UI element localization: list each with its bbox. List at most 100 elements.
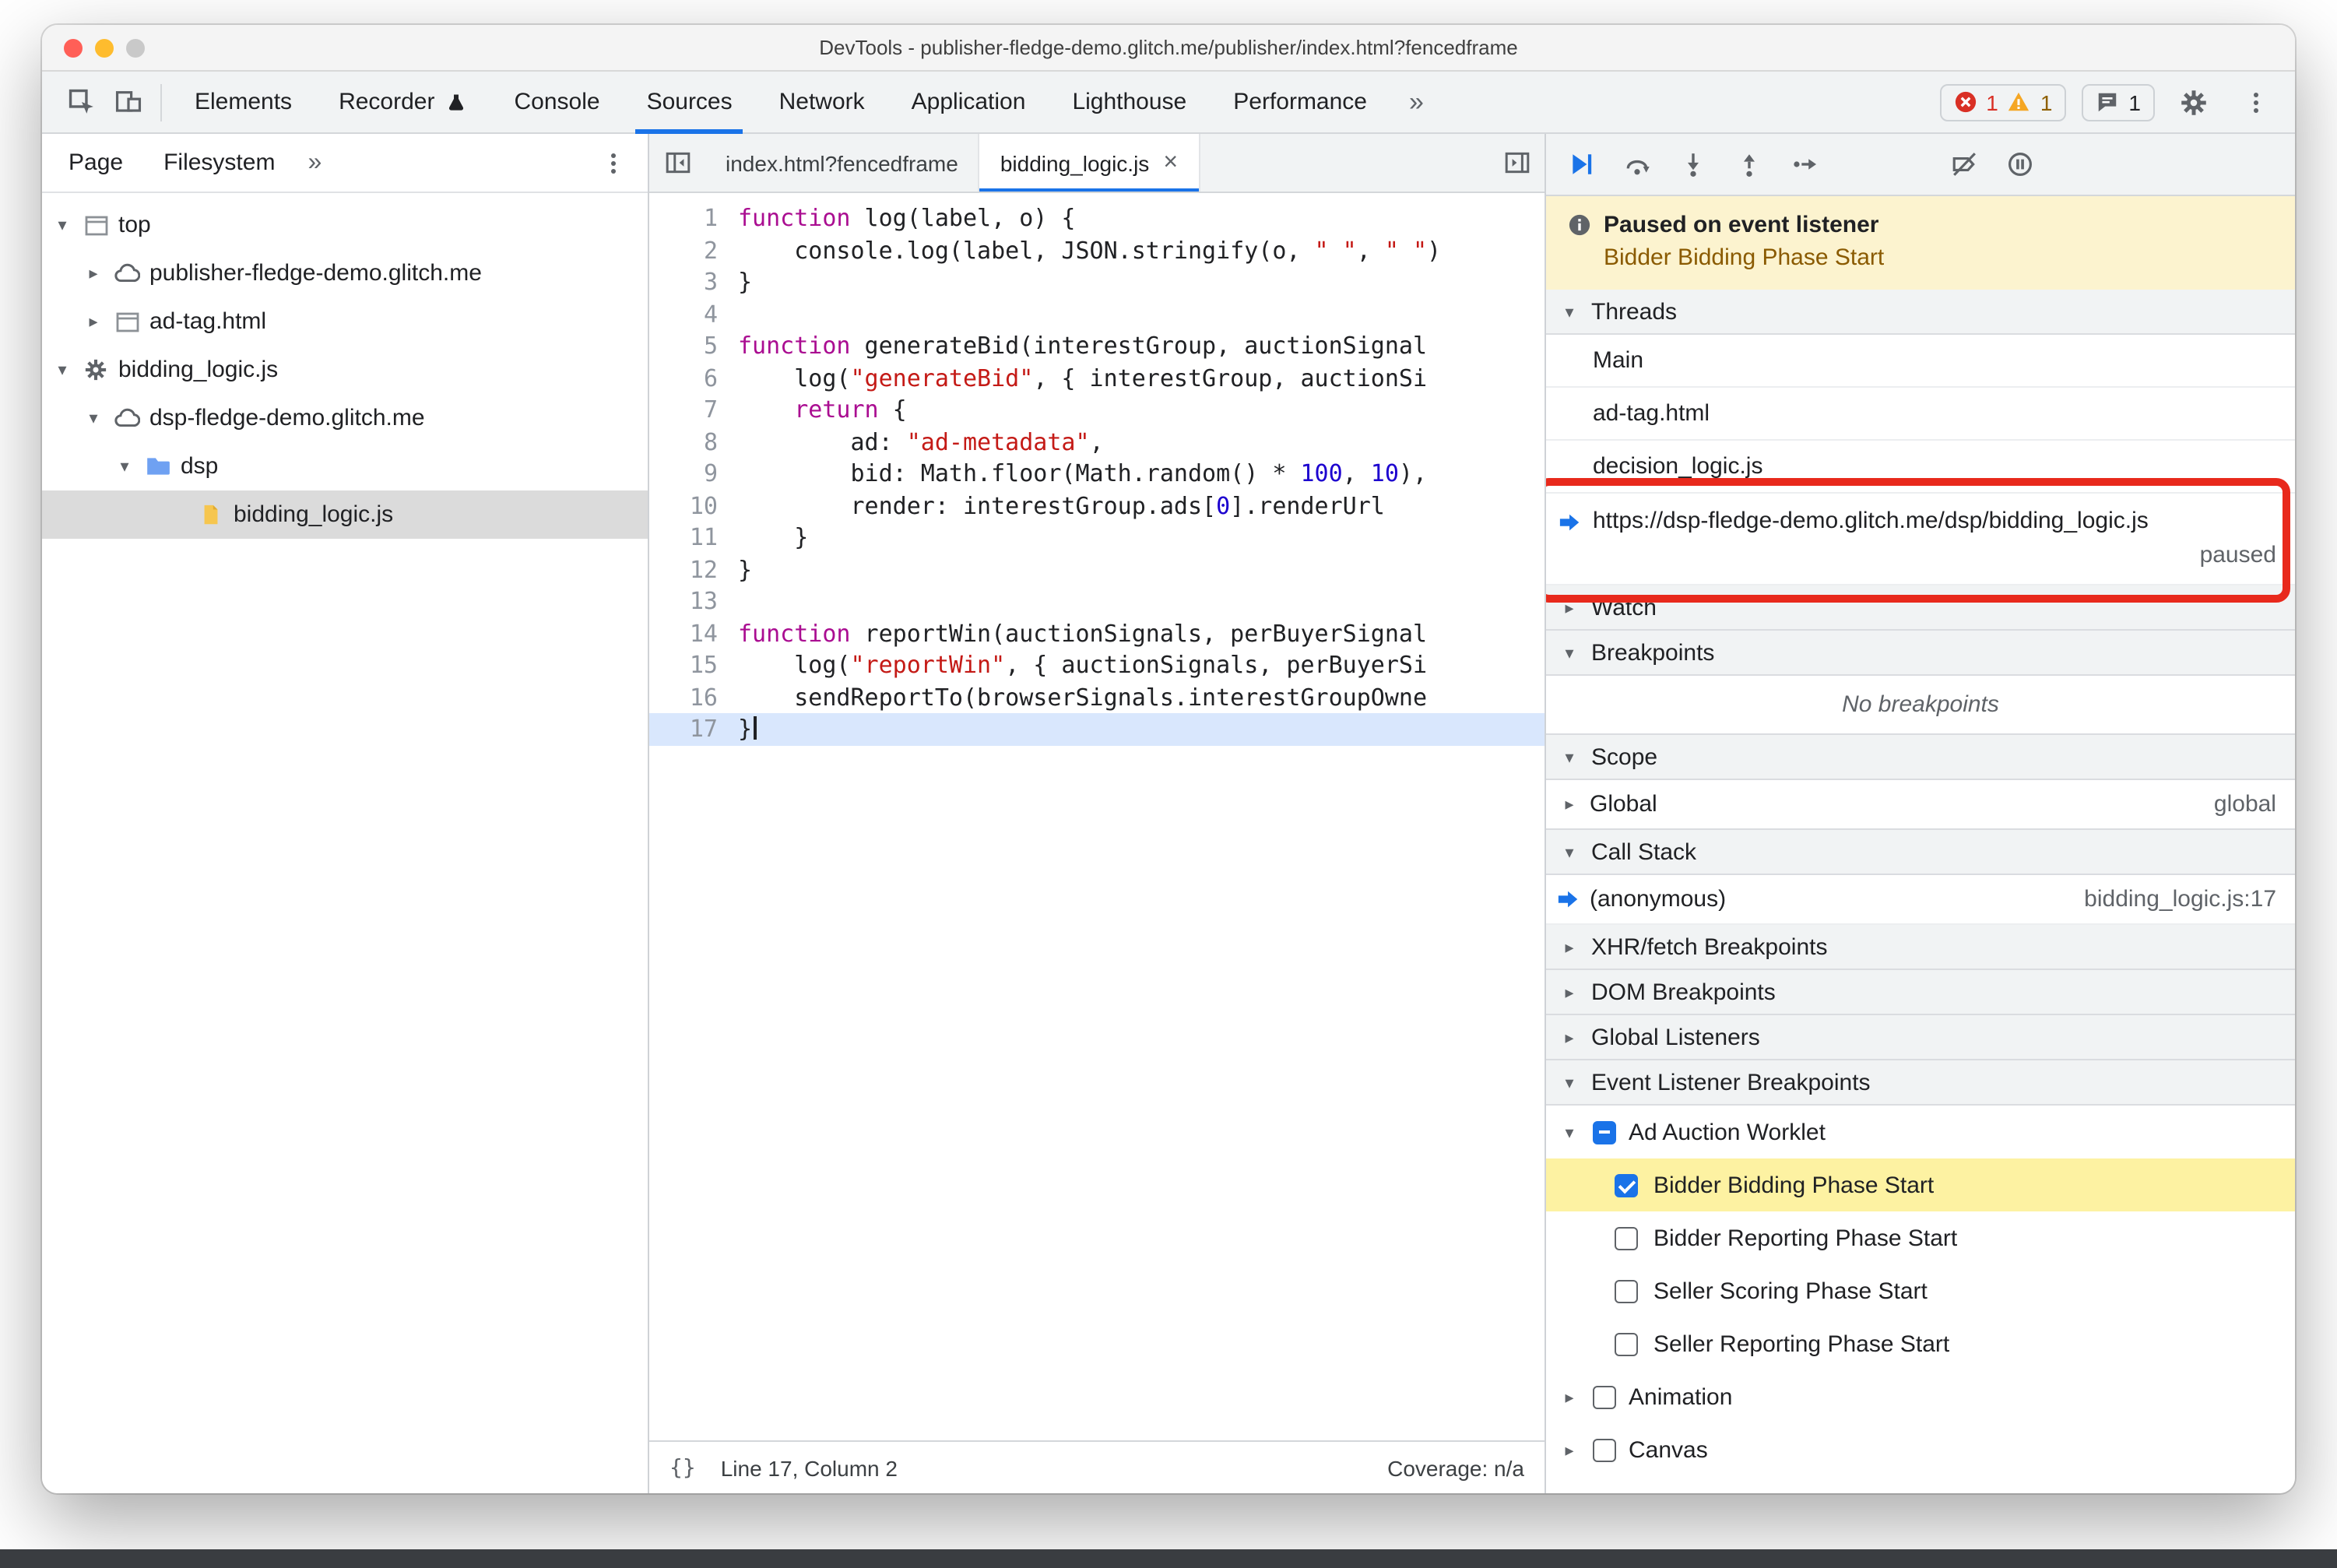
elb-item-bidder-reporting-phase[interactable]: Bidder Reporting Phase Start bbox=[1546, 1211, 2295, 1264]
elb-item-seller-scoring-phase[interactable]: Seller Scoring Phase Start bbox=[1546, 1264, 2295, 1317]
line-number[interactable]: 14 bbox=[649, 617, 738, 649]
tab-network[interactable]: Network bbox=[756, 71, 888, 133]
thread-decision-logic[interactable]: decision_logic.js bbox=[1546, 441, 2295, 494]
scope-header[interactable]: ▾ Scope bbox=[1546, 733, 2295, 780]
tree-item-dsp-folder[interactable]: ▾ dsp bbox=[42, 442, 648, 490]
tree-item-worklet[interactable]: ▾ bidding_logic.js bbox=[42, 346, 648, 394]
code-line[interactable]: 8 ad: "ad-metadata", bbox=[649, 426, 1545, 458]
checkbox-unchecked[interactable] bbox=[1593, 1438, 1616, 1461]
settings-button[interactable] bbox=[2170, 79, 2217, 125]
tab-lighthouse[interactable]: Lighthouse bbox=[1049, 71, 1210, 133]
line-number[interactable]: 11 bbox=[649, 522, 738, 554]
tree-item-top[interactable]: ▾ top bbox=[42, 201, 648, 249]
inspect-element-button[interactable] bbox=[58, 79, 104, 125]
checkbox-unchecked[interactable] bbox=[1615, 1279, 1638, 1303]
step-button[interactable] bbox=[1792, 151, 1819, 178]
pretty-print-button[interactable]: {} bbox=[669, 1455, 696, 1480]
line-number[interactable]: 9 bbox=[649, 458, 738, 490]
code-line[interactable]: 1 function log(label, o) { bbox=[649, 202, 1545, 234]
navigator-menu-button[interactable] bbox=[601, 150, 626, 175]
editor-tab-bidding-logic[interactable]: bidding_logic.js × bbox=[979, 134, 1200, 192]
tree-item-bidding-logic-file[interactable]: bidding_logic.js bbox=[42, 490, 648, 539]
tab-application[interactable]: Application bbox=[888, 71, 1049, 133]
tab-page[interactable]: Page bbox=[48, 134, 143, 192]
event-listener-breakpoints-header[interactable]: ▾ Event Listener Breakpoints bbox=[1546, 1059, 2295, 1106]
line-number[interactable]: 13 bbox=[649, 585, 738, 617]
scope-global-row[interactable]: ▸ Global global bbox=[1546, 780, 2295, 830]
step-out-button[interactable] bbox=[1736, 151, 1762, 178]
line-number[interactable]: 2 bbox=[649, 234, 738, 266]
issues-chip[interactable]: 1 bbox=[2082, 83, 2155, 121]
call-stack-header[interactable]: ▾ Call Stack bbox=[1546, 828, 2295, 875]
resume-button[interactable] bbox=[1568, 151, 1594, 178]
tab-sources[interactable]: Sources bbox=[624, 71, 756, 133]
step-over-button[interactable] bbox=[1624, 151, 1650, 178]
tab-filesystem[interactable]: Filesystem bbox=[143, 134, 295, 192]
code-line[interactable]: 3} bbox=[649, 266, 1545, 298]
toggle-debugger-button[interactable] bbox=[1488, 134, 1545, 192]
thread-bidding-logic-current[interactable]: https://dsp-fledge-demo.glitch.me/dsp/bi… bbox=[1546, 494, 2295, 585]
minimize-window-button[interactable] bbox=[95, 39, 114, 58]
code-line[interactable]: 11 } bbox=[649, 522, 1545, 554]
line-number[interactable]: 12 bbox=[649, 554, 738, 585]
close-window-button[interactable] bbox=[64, 39, 83, 58]
line-number[interactable]: 16 bbox=[649, 681, 738, 713]
more-tabs-button[interactable]: » bbox=[1390, 86, 1443, 118]
code-line[interactable]: 13 bbox=[649, 585, 1545, 617]
line-number[interactable]: 3 bbox=[649, 266, 738, 298]
editor-tab-index-html[interactable]: index.html?fencedframe bbox=[705, 134, 980, 192]
code-line[interactable]: 12} bbox=[649, 554, 1545, 585]
tab-recorder[interactable]: Recorder bbox=[315, 71, 490, 133]
pause-on-exceptions-button[interactable] bbox=[2007, 151, 2033, 178]
checkbox-unchecked[interactable] bbox=[1593, 1385, 1616, 1408]
checkbox-unchecked[interactable] bbox=[1615, 1226, 1638, 1250]
line-number[interactable]: 7 bbox=[649, 394, 738, 426]
thread-ad-tag[interactable]: ad-tag.html bbox=[1546, 388, 2295, 441]
tab-performance[interactable]: Performance bbox=[1210, 71, 1390, 133]
tree-item-dsp-origin[interactable]: ▾ dsp-fledge-demo.glitch.me bbox=[42, 394, 648, 442]
breakpoints-header[interactable]: ▾ Breakpoints bbox=[1546, 629, 2295, 676]
code-line[interactable]: 16 sendReportTo(browserSignals.interestG… bbox=[649, 681, 1545, 713]
line-number[interactable]: 10 bbox=[649, 490, 738, 522]
code-line[interactable]: 2 console.log(label, JSON.stringify(o, "… bbox=[649, 234, 1545, 266]
deactivate-breakpoints-button[interactable] bbox=[1951, 151, 1977, 178]
code-line[interactable]: 9 bid: Math.floor(Math.random() * 100, 1… bbox=[649, 458, 1545, 490]
code-line[interactable]: 10 render: interestGroup.ads[0].renderUr… bbox=[649, 490, 1545, 522]
errors-warnings-chip[interactable]: 1 1 bbox=[1939, 83, 2067, 121]
line-number[interactable]: 17 bbox=[649, 713, 738, 745]
elb-group-canvas[interactable]: ▸ Canvas bbox=[1546, 1423, 2295, 1476]
tab-console[interactable]: Console bbox=[490, 71, 623, 133]
line-number[interactable]: 4 bbox=[649, 298, 738, 330]
threads-header[interactable]: ▾ Threads bbox=[1546, 290, 2295, 335]
tree-item-publisher-origin[interactable]: ▸ publisher-fledge-demo.glitch.me bbox=[42, 249, 648, 297]
tree-item-ad-tag[interactable]: ▸ ad-tag.html bbox=[42, 297, 648, 346]
checkbox-unchecked[interactable] bbox=[1615, 1332, 1638, 1355]
checkbox-indeterminate[interactable] bbox=[1593, 1120, 1616, 1144]
checkbox-checked[interactable] bbox=[1615, 1173, 1638, 1197]
device-toolbar-button[interactable] bbox=[104, 79, 151, 125]
code-line[interactable]: 7 return { bbox=[649, 394, 1545, 426]
elb-item-bidder-bidding-phase[interactable]: Bidder Bidding Phase Start bbox=[1546, 1158, 2295, 1211]
watch-header[interactable]: ▸ Watch bbox=[1546, 584, 2295, 631]
code-line[interactable]: 17} bbox=[649, 713, 1545, 745]
code-line[interactable]: 5 function generateBid(interestGroup, auc… bbox=[649, 330, 1545, 362]
elb-item-seller-reporting-phase[interactable]: Seller Reporting Phase Start bbox=[1546, 1317, 2295, 1370]
line-number[interactable]: 5 bbox=[649, 330, 738, 362]
code-line[interactable]: 15 log("reportWin", { auctionSignals, pe… bbox=[649, 649, 1545, 681]
line-number[interactable]: 15 bbox=[649, 649, 738, 681]
line-number[interactable]: 1 bbox=[649, 202, 738, 234]
code-line[interactable]: 14 function reportWin(auctionSignals, per… bbox=[649, 617, 1545, 649]
close-icon[interactable]: × bbox=[1163, 149, 1178, 177]
call-stack-frame[interactable]: (anonymous) bidding_logic.js:17 bbox=[1546, 875, 2295, 925]
thread-main[interactable]: Main bbox=[1546, 335, 2295, 388]
code-line[interactable]: 4 bbox=[649, 298, 1545, 330]
xhr-breakpoints-header[interactable]: ▸ XHR/fetch Breakpoints bbox=[1546, 923, 2295, 970]
global-listeners-header[interactable]: ▸ Global Listeners bbox=[1546, 1014, 2295, 1060]
elb-group-animation[interactable]: ▸ Animation bbox=[1546, 1370, 2295, 1423]
more-navigator-tabs-button[interactable]: » bbox=[295, 149, 334, 177]
main-menu-button[interactable] bbox=[2233, 79, 2279, 125]
tab-elements[interactable]: Elements bbox=[171, 71, 315, 133]
toggle-navigator-button[interactable] bbox=[649, 134, 705, 192]
dom-breakpoints-header[interactable]: ▸ DOM Breakpoints bbox=[1546, 969, 2295, 1015]
line-number[interactable]: 8 bbox=[649, 426, 738, 458]
